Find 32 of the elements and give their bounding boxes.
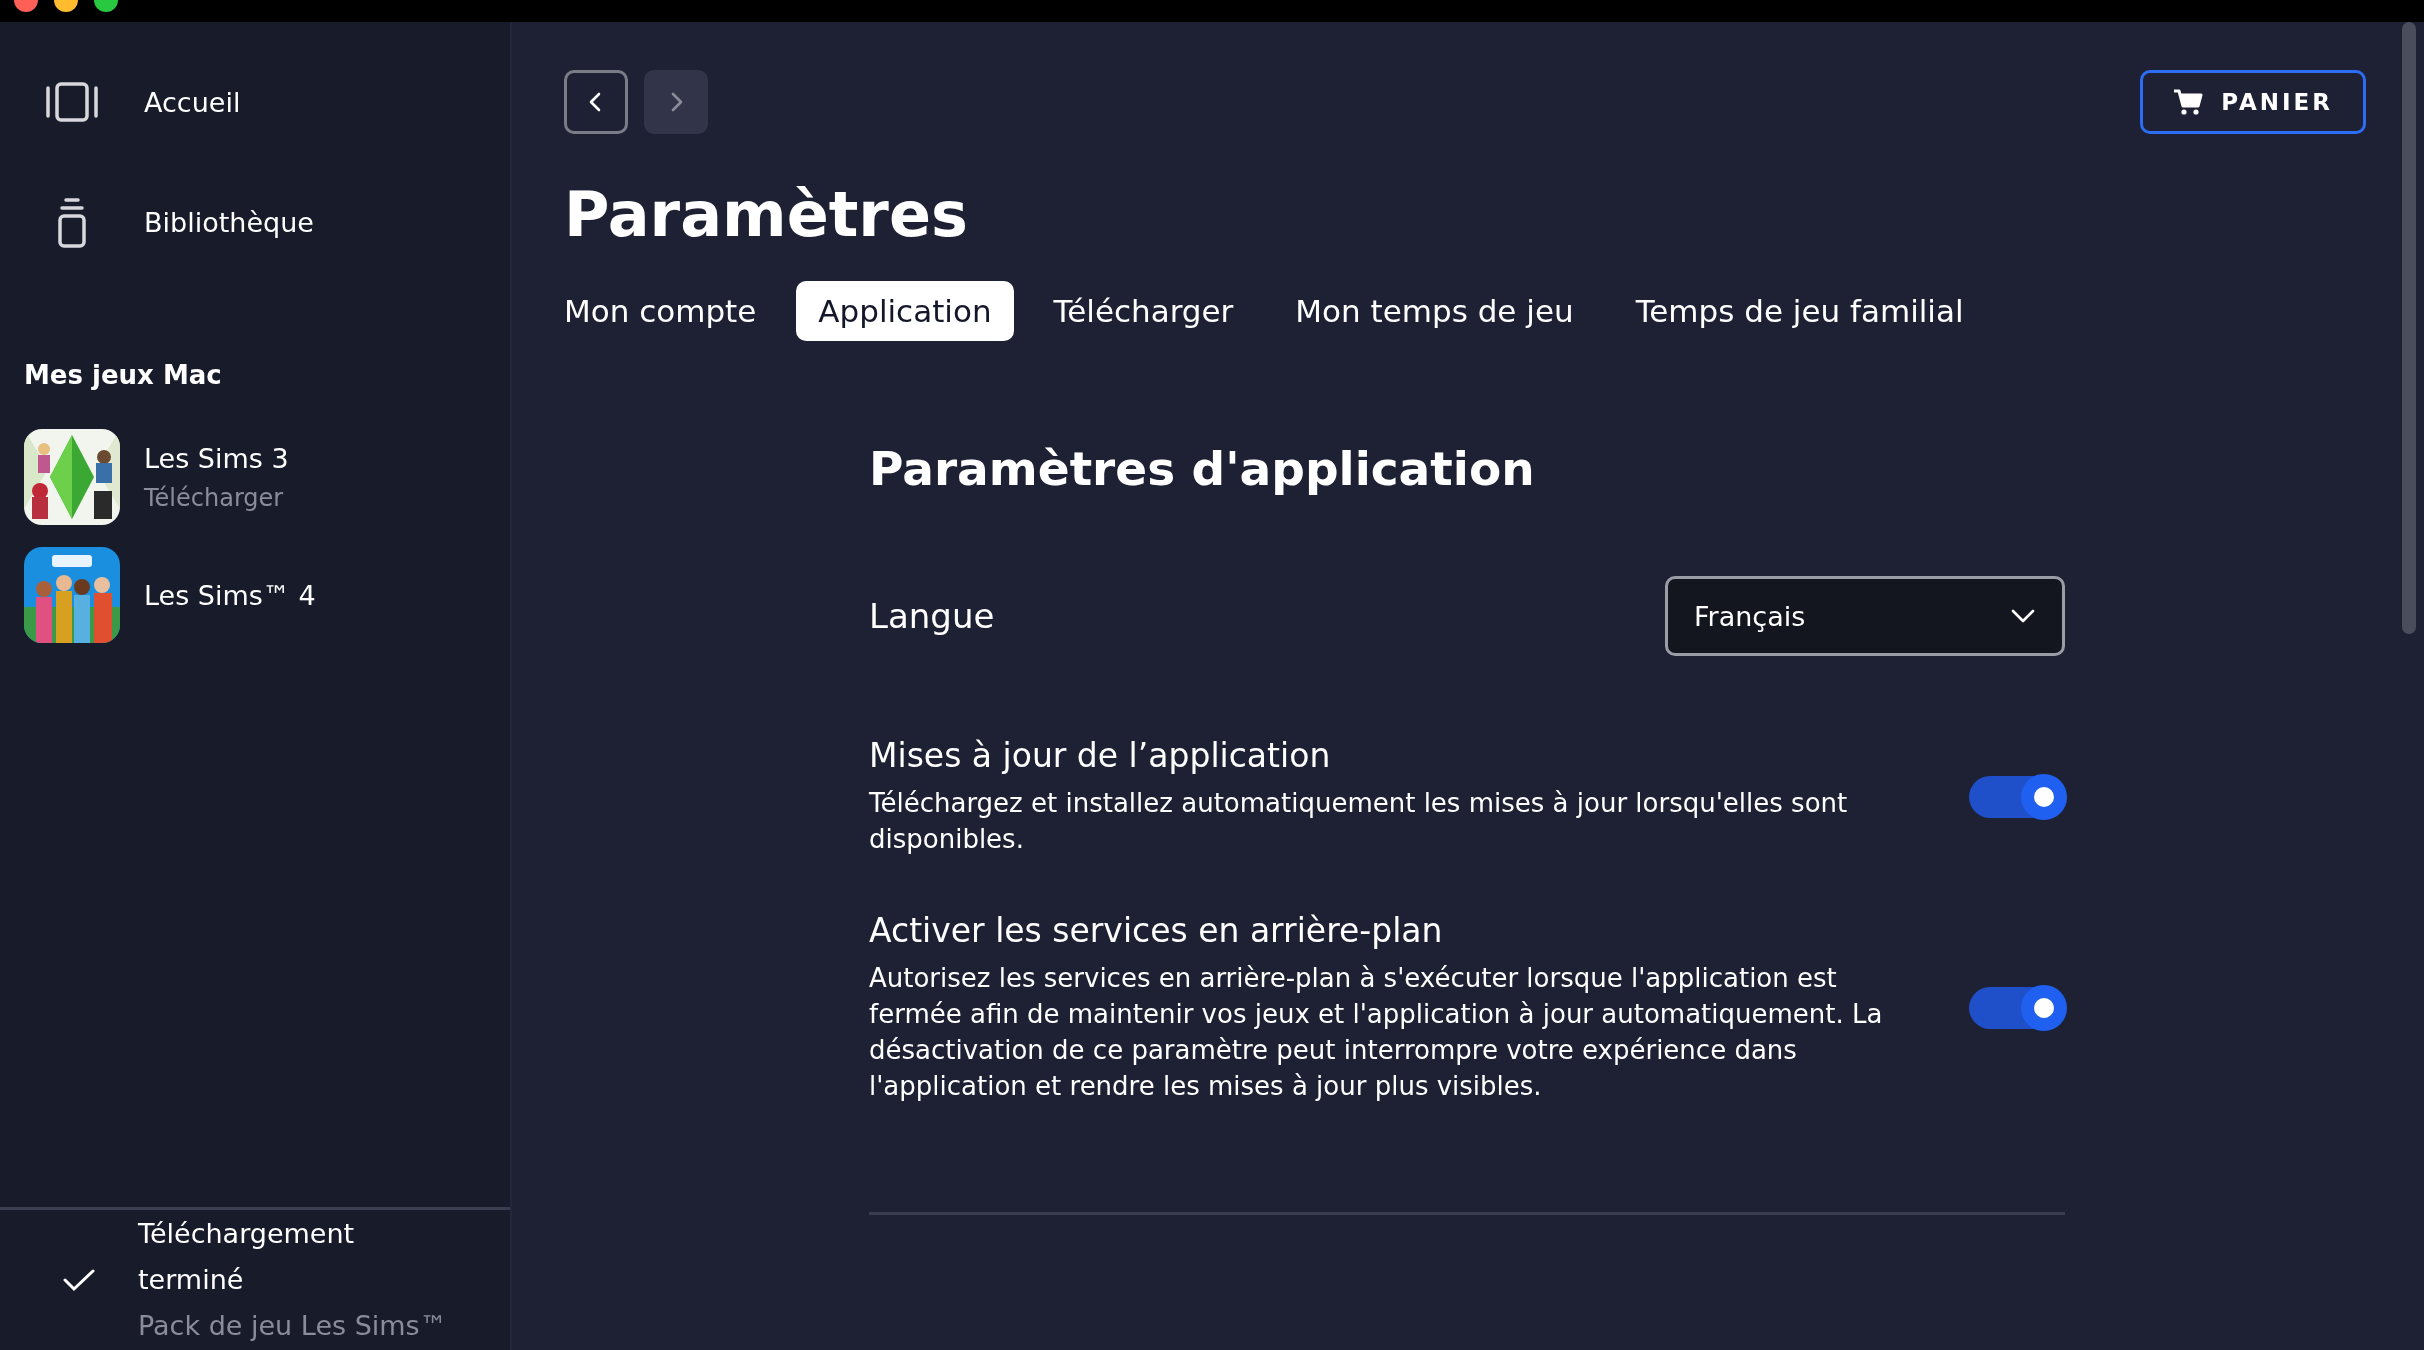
tab[interactable]: Application <box>796 281 1014 341</box>
toggle-switch[interactable] <box>1969 986 2065 1029</box>
sidebar-label: Bibliothèque <box>144 206 314 238</box>
back-button[interactable] <box>564 70 628 134</box>
page-title: Paramètres <box>564 178 969 251</box>
chevron-down-icon <box>2010 608 2036 624</box>
tab[interactable]: Mon temps de jeu <box>1273 281 1596 341</box>
sidebar-label: Accueil <box>144 86 241 118</box>
language-dropdown[interactable]: Français <box>1665 576 2065 656</box>
game-item[interactable]: Les Sims™ 4 <box>0 536 510 654</box>
cart-button[interactable]: PANIER <box>2140 70 2366 134</box>
game-title: Les Sims 3 <box>144 442 289 474</box>
setting-label: Langue <box>869 596 995 636</box>
setting-title: Activer les services en arrière-plan <box>869 911 1444 950</box>
tab[interactable]: Télécharger <box>1031 281 1256 341</box>
cart-icon <box>2173 88 2204 116</box>
game-title: Les Sims™ 4 <box>144 579 316 611</box>
section-title: Paramètres d'application <box>869 441 1536 496</box>
check-icon <box>62 1267 96 1293</box>
section-heading: Mes jeux Mac <box>24 360 223 390</box>
setting-title: Mises à jour de l’application <box>869 736 1332 775</box>
tab[interactable]: Temps de jeu familial <box>1613 281 1986 341</box>
game-item[interactable]: Les Sims 3 Télécharger <box>0 418 510 536</box>
sidebar-item[interactable]: Accueil <box>0 42 510 162</box>
toggle-switch[interactable] <box>1969 775 2065 818</box>
setting-description: Autorisez les services en arrière-plan à s'exécuter lorsque l'application est fermée afin de maintenir vos jeux et l'application à jour automatiquement. La désactivation de ce paramètre peut interrompre votre expérience dans l'application et rendre les mises à jour plus visibles. <box>869 962 1884 1103</box>
notification-title: Téléchargement terminé <box>138 1217 356 1297</box>
setting-description: Téléchargez et installez automatiquement les mises à jour lorsqu'elles sont disponibles. <box>869 787 1849 856</box>
game-status: Télécharger <box>144 483 285 512</box>
tab[interactable]: Mon compte <box>542 281 779 341</box>
sidebar-item[interactable]: Bibliothèque <box>0 162 510 282</box>
scrollbar[interactable] <box>2402 22 2416 634</box>
